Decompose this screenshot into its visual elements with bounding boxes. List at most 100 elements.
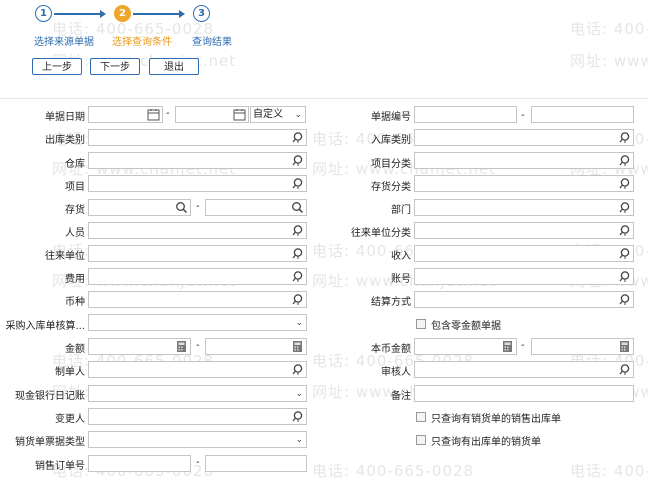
cash-bank-label: 现金银行日记账	[15, 391, 85, 402]
only-sales-out-checkbox[interactable]	[416, 412, 426, 422]
reference-search-icon[interactable]	[618, 224, 631, 237]
doc-no-start-input[interactable]	[414, 106, 517, 123]
maker-input[interactable]	[88, 361, 307, 378]
warehouse-label: 仓库	[65, 159, 85, 170]
chevron-down-icon: ⌄	[295, 318, 303, 328]
calculator-icon[interactable]	[618, 340, 631, 353]
partner-label: 往来单位	[45, 251, 85, 262]
base-amount-min-input[interactable]	[414, 338, 517, 355]
reference-search-icon[interactable]	[618, 270, 631, 283]
in-type-label: 入库类别	[371, 135, 411, 146]
amount-max-input[interactable]	[205, 338, 307, 355]
chevron-down-icon: ⌄	[295, 389, 303, 399]
project-class-input[interactable]	[414, 152, 634, 169]
reference-search-icon[interactable]	[618, 293, 631, 306]
reference-search-icon[interactable]	[618, 201, 631, 214]
step-3-circle: 3	[193, 5, 210, 22]
purchase-account-select[interactable]: ⌄	[88, 314, 307, 331]
sales-order-range-dash: -	[196, 457, 200, 468]
sales-order-no-label: 销售订单号	[35, 461, 85, 472]
exit-button[interactable]: 退出	[149, 58, 199, 75]
sales-type-select[interactable]: ⌄	[88, 431, 307, 448]
inventory-class-input[interactable]	[414, 175, 634, 192]
reference-search-icon[interactable]	[618, 247, 631, 260]
step-1-circle: 1	[35, 5, 52, 22]
step-connector-1	[54, 10, 106, 18]
reference-search-icon[interactable]	[291, 224, 304, 237]
reference-search-icon[interactable]	[291, 270, 304, 283]
prev-step-button[interactable]: 上一步	[32, 58, 82, 75]
reference-search-icon[interactable]	[618, 131, 631, 144]
income-input[interactable]	[414, 245, 634, 262]
only-sales-out-label: 只查询有销货单的销售出库单	[431, 414, 561, 425]
reference-search-icon[interactable]	[291, 131, 304, 144]
reference-search-icon[interactable]	[618, 177, 631, 190]
divider	[0, 98, 648, 99]
project-input[interactable]	[88, 175, 307, 192]
warehouse-input[interactable]	[88, 152, 307, 169]
amount-label: 金额	[65, 344, 85, 355]
partner-input[interactable]	[88, 245, 307, 262]
date-mode-select[interactable]: 自定义 ⌄	[250, 106, 306, 123]
reference-search-icon[interactable]	[291, 154, 304, 167]
expense-input[interactable]	[88, 268, 307, 285]
date-range-dash: -	[166, 108, 170, 119]
include-zero-label: 包含零金额单据	[431, 321, 501, 332]
include-zero-checkbox[interactable]	[416, 319, 426, 329]
changer-input[interactable]	[88, 408, 307, 425]
inventory-range-dash: -	[196, 201, 200, 212]
chevron-down-icon: ⌄	[294, 110, 302, 120]
auditor-input[interactable]	[414, 361, 634, 378]
reference-search-icon[interactable]	[291, 177, 304, 190]
account-input[interactable]	[414, 268, 634, 285]
calendar-icon[interactable]	[233, 108, 246, 121]
settle-input[interactable]	[414, 291, 634, 308]
inventory-start-input[interactable]	[88, 199, 191, 216]
partner-class-input[interactable]	[414, 222, 634, 239]
person-input[interactable]	[88, 222, 307, 239]
dept-label: 部门	[391, 205, 411, 216]
calculator-icon[interactable]	[501, 340, 514, 353]
reference-search-icon[interactable]	[291, 247, 304, 260]
sales-order-no-end-input[interactable]	[205, 455, 307, 472]
doc-date-label: 单据日期	[45, 112, 85, 123]
step-2-circle: 2	[114, 5, 131, 22]
reference-search-icon[interactable]	[618, 154, 631, 167]
reference-search-icon[interactable]	[291, 410, 304, 423]
doc-no-label: 单据编号	[371, 112, 411, 123]
base-amount-label: 本币金额	[371, 344, 411, 355]
doc-no-end-input[interactable]	[531, 106, 634, 123]
currency-label: 币种	[65, 297, 85, 308]
out-type-label: 出库类别	[45, 135, 85, 146]
next-step-button[interactable]: 下一步	[90, 58, 140, 75]
out-type-input[interactable]	[88, 129, 307, 146]
base-amount-max-input[interactable]	[531, 338, 634, 355]
reference-search-icon[interactable]	[291, 363, 304, 376]
inventory-class-label: 存货分类	[371, 182, 411, 193]
doc-date-start-input[interactable]	[88, 106, 163, 123]
in-type-input[interactable]	[414, 129, 634, 146]
income-label: 收入	[391, 251, 411, 262]
remark-input[interactable]	[414, 385, 634, 402]
reference-search-icon[interactable]	[618, 363, 631, 376]
calendar-icon[interactable]	[147, 108, 160, 121]
search-icon[interactable]	[291, 201, 304, 214]
watermark-phone: 电话: 400-665-0028	[570, 462, 648, 480]
partner-class-label: 往来单位分类	[351, 228, 411, 239]
amount-min-input[interactable]	[88, 338, 191, 355]
date-mode-value: 自定义	[253, 109, 283, 120]
dept-input[interactable]	[414, 199, 634, 216]
only-out-sales-checkbox[interactable]	[416, 435, 426, 445]
inventory-end-input[interactable]	[205, 199, 307, 216]
doc-date-end-input[interactable]	[175, 106, 249, 123]
currency-input[interactable]	[88, 291, 307, 308]
settle-label: 结算方式	[371, 297, 411, 308]
reference-search-icon[interactable]	[291, 293, 304, 306]
sales-order-no-start-input[interactable]	[88, 455, 191, 472]
cash-bank-select[interactable]: ⌄	[88, 385, 307, 402]
calculator-icon[interactable]	[291, 340, 304, 353]
calculator-icon[interactable]	[175, 340, 188, 353]
search-icon[interactable]	[175, 201, 188, 214]
purchase-account-label: 采购入库单核算...	[5, 321, 85, 332]
doc-no-range-dash: -	[521, 110, 525, 121]
